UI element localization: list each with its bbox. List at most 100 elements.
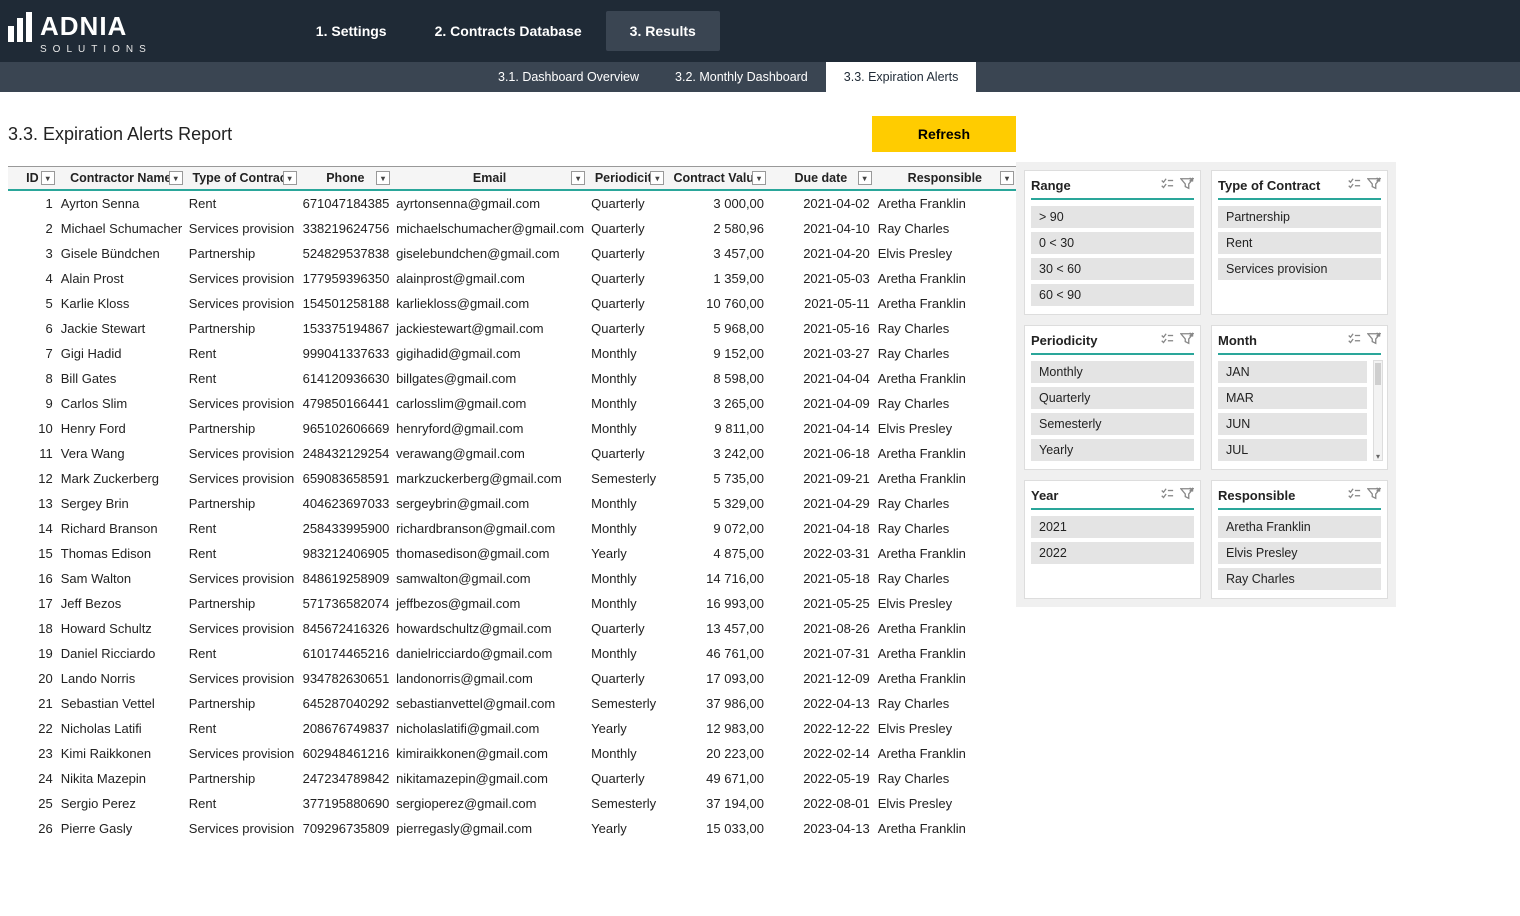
table-row[interactable]: 3Gisele BündchenPartnership524829537838g… bbox=[8, 241, 1016, 266]
multiselect-icon[interactable] bbox=[1160, 177, 1174, 194]
table-row[interactable]: 2Michael SchumacherServices provision338… bbox=[8, 216, 1016, 241]
column-header-type[interactable]: Type of Contract▾ bbox=[185, 167, 299, 191]
table-row[interactable]: 15Thomas EdisonRent983212406905thomasedi… bbox=[8, 541, 1016, 566]
cell-period: Yearly bbox=[587, 816, 666, 841]
filter-dropdown-icon[interactable]: ▾ bbox=[752, 171, 766, 185]
cell-name: Ayrton Senna bbox=[57, 190, 185, 216]
main-tab[interactable]: 3. Results bbox=[606, 11, 720, 51]
multiselect-icon[interactable] bbox=[1160, 332, 1174, 349]
table-row[interactable]: 8Bill GatesRent614120936630billgates@gma… bbox=[8, 366, 1016, 391]
slicer-item[interactable]: Quarterly bbox=[1031, 387, 1194, 409]
cell-resp: Aretha Franklin bbox=[874, 441, 1016, 466]
column-header-resp[interactable]: Responsible▾ bbox=[874, 167, 1016, 191]
scroll-thumb[interactable] bbox=[1375, 363, 1381, 385]
slicer-item[interactable]: 0 < 30 bbox=[1031, 232, 1194, 254]
cell-email: nikitamazepin@gmail.com bbox=[392, 766, 587, 791]
table-row[interactable]: 25Sergio PerezRent377195880690sergiopere… bbox=[8, 791, 1016, 816]
clear-filter-icon[interactable] bbox=[1180, 177, 1194, 194]
slicer-item[interactable]: Semesterly bbox=[1031, 413, 1194, 435]
main-tab[interactable]: 2. Contracts Database bbox=[411, 0, 606, 62]
clear-filter-icon[interactable] bbox=[1367, 487, 1381, 504]
sub-tab[interactable]: 3.1. Dashboard Overview bbox=[480, 62, 657, 92]
column-header-phone[interactable]: Phone▾ bbox=[299, 167, 392, 191]
filter-dropdown-icon[interactable]: ▾ bbox=[169, 171, 183, 185]
table-row[interactable]: 13Sergey BrinPartnership404623697033serg… bbox=[8, 491, 1016, 516]
scroll-down-icon[interactable]: ▾ bbox=[1374, 452, 1382, 461]
slicer-item[interactable]: Yearly bbox=[1031, 439, 1194, 461]
table-row[interactable]: 19Daniel RicciardoRent610174465216daniel… bbox=[8, 641, 1016, 666]
column-header-id[interactable]: ID▾ bbox=[8, 167, 57, 191]
table-row[interactable]: 4Alain ProstServices provision1779593963… bbox=[8, 266, 1016, 291]
clear-filter-icon[interactable] bbox=[1367, 177, 1381, 194]
clear-filter-icon[interactable] bbox=[1180, 487, 1194, 504]
table-row[interactable]: 21Sebastian VettelPartnership64528704029… bbox=[8, 691, 1016, 716]
slicer-item[interactable]: 2021 bbox=[1031, 516, 1194, 538]
table-row[interactable]: 7Gigi HadidRent999041337633gigihadid@gma… bbox=[8, 341, 1016, 366]
main-tab[interactable]: 1. Settings bbox=[292, 0, 411, 62]
slicer-item[interactable]: Rent bbox=[1218, 232, 1381, 254]
filter-dropdown-icon[interactable]: ▾ bbox=[41, 171, 55, 185]
table-row[interactable]: 11Vera WangServices provision24843212925… bbox=[8, 441, 1016, 466]
filter-dropdown-icon[interactable]: ▾ bbox=[283, 171, 297, 185]
slicer-item[interactable]: Ray Charles bbox=[1218, 568, 1381, 590]
table-row[interactable]: 20Lando NorrisServices provision93478263… bbox=[8, 666, 1016, 691]
cell-name: Thomas Edison bbox=[57, 541, 185, 566]
column-header-value[interactable]: Contract Value▾ bbox=[666, 167, 768, 191]
cell-period: Semesterly bbox=[587, 791, 666, 816]
table-row[interactable]: 1Ayrton SennaRent671047184385ayrtonsenna… bbox=[8, 190, 1016, 216]
column-header-name[interactable]: Contractor Name▾ bbox=[57, 167, 185, 191]
table-row[interactable]: 24Nikita MazepinPartnership247234789842n… bbox=[8, 766, 1016, 791]
column-header-due[interactable]: Due date▾ bbox=[768, 167, 874, 191]
filter-dropdown-icon[interactable]: ▾ bbox=[650, 171, 664, 185]
multiselect-icon[interactable] bbox=[1347, 332, 1361, 349]
table-row[interactable]: 23Kimi RaikkonenServices provision602948… bbox=[8, 741, 1016, 766]
slicer-item[interactable]: Elvis Presley bbox=[1218, 542, 1381, 564]
table-row[interactable]: 10Henry FordPartnership965102606669henry… bbox=[8, 416, 1016, 441]
multiselect-icon[interactable] bbox=[1347, 177, 1361, 194]
sub-tab[interactable]: 3.2. Monthly Dashboard bbox=[657, 62, 826, 92]
slicer-item[interactable]: JUN bbox=[1218, 413, 1367, 435]
slicer-item[interactable]: 30 < 60 bbox=[1031, 258, 1194, 280]
filter-dropdown-icon[interactable]: ▾ bbox=[571, 171, 585, 185]
refresh-button[interactable]: Refresh bbox=[872, 116, 1016, 152]
column-header-email[interactable]: Email▾ bbox=[392, 167, 587, 191]
slicer-item[interactable]: Partnership bbox=[1218, 206, 1381, 228]
table-row[interactable]: 26Pierre GaslyServices provision70929673… bbox=[8, 816, 1016, 841]
column-header-period[interactable]: Periodicity▾ bbox=[587, 167, 666, 191]
slicer-item[interactable]: JAN bbox=[1218, 361, 1367, 383]
multiselect-icon[interactable] bbox=[1160, 487, 1174, 504]
table-row[interactable]: 22Nicholas LatifiRent208676749837nichola… bbox=[8, 716, 1016, 741]
slicer-period: PeriodicityMonthlyQuarterlySemesterlyYea… bbox=[1024, 325, 1201, 470]
slicer-item[interactable]: 2022 bbox=[1031, 542, 1194, 564]
column-header-label: ID bbox=[26, 171, 39, 185]
table-row[interactable]: 12Mark ZuckerbergServices provision65908… bbox=[8, 466, 1016, 491]
slicer-item[interactable]: JUL bbox=[1218, 439, 1367, 461]
table-row[interactable]: 5Karlie KlossServices provision154501258… bbox=[8, 291, 1016, 316]
filter-dropdown-icon[interactable]: ▾ bbox=[1000, 171, 1014, 185]
slicer-item[interactable]: Aretha Franklin bbox=[1218, 516, 1381, 538]
cell-due: 2021-12-09 bbox=[768, 666, 874, 691]
table-row[interactable]: 6Jackie StewartPartnership153375194867ja… bbox=[8, 316, 1016, 341]
slicer-item[interactable]: MAR bbox=[1218, 387, 1367, 409]
clear-filter-icon[interactable] bbox=[1180, 332, 1194, 349]
clear-filter-icon[interactable] bbox=[1367, 332, 1381, 349]
slicer-item[interactable]: Monthly bbox=[1031, 361, 1194, 383]
slicer-item[interactable]: 60 < 90 bbox=[1031, 284, 1194, 306]
slicer-item[interactable]: > 90 bbox=[1031, 206, 1194, 228]
multiselect-icon[interactable] bbox=[1347, 487, 1361, 504]
cell-due: 2021-04-18 bbox=[768, 516, 874, 541]
scrollbar[interactable]: ▴▾ bbox=[1373, 360, 1383, 461]
sub-tab[interactable]: 3.3. Expiration Alerts bbox=[826, 62, 977, 92]
table-row[interactable]: 18Howard SchultzServices provision845672… bbox=[8, 616, 1016, 641]
table-row[interactable]: 17Jeff BezosPartnership571736582074jeffb… bbox=[8, 591, 1016, 616]
cell-phone: 709296735809 bbox=[299, 816, 392, 841]
filter-dropdown-icon[interactable]: ▾ bbox=[376, 171, 390, 185]
slicer-item[interactable]: Services provision bbox=[1218, 258, 1381, 280]
table-row[interactable]: 14Richard BransonRent258433995900richard… bbox=[8, 516, 1016, 541]
slicer-header: Range bbox=[1031, 177, 1194, 200]
cell-name: Sebastian Vettel bbox=[57, 691, 185, 716]
filter-dropdown-icon[interactable]: ▾ bbox=[858, 171, 872, 185]
cell-period: Quarterly bbox=[587, 216, 666, 241]
table-row[interactable]: 9Carlos SlimServices provision4798501664… bbox=[8, 391, 1016, 416]
table-row[interactable]: 16Sam WaltonServices provision8486192589… bbox=[8, 566, 1016, 591]
